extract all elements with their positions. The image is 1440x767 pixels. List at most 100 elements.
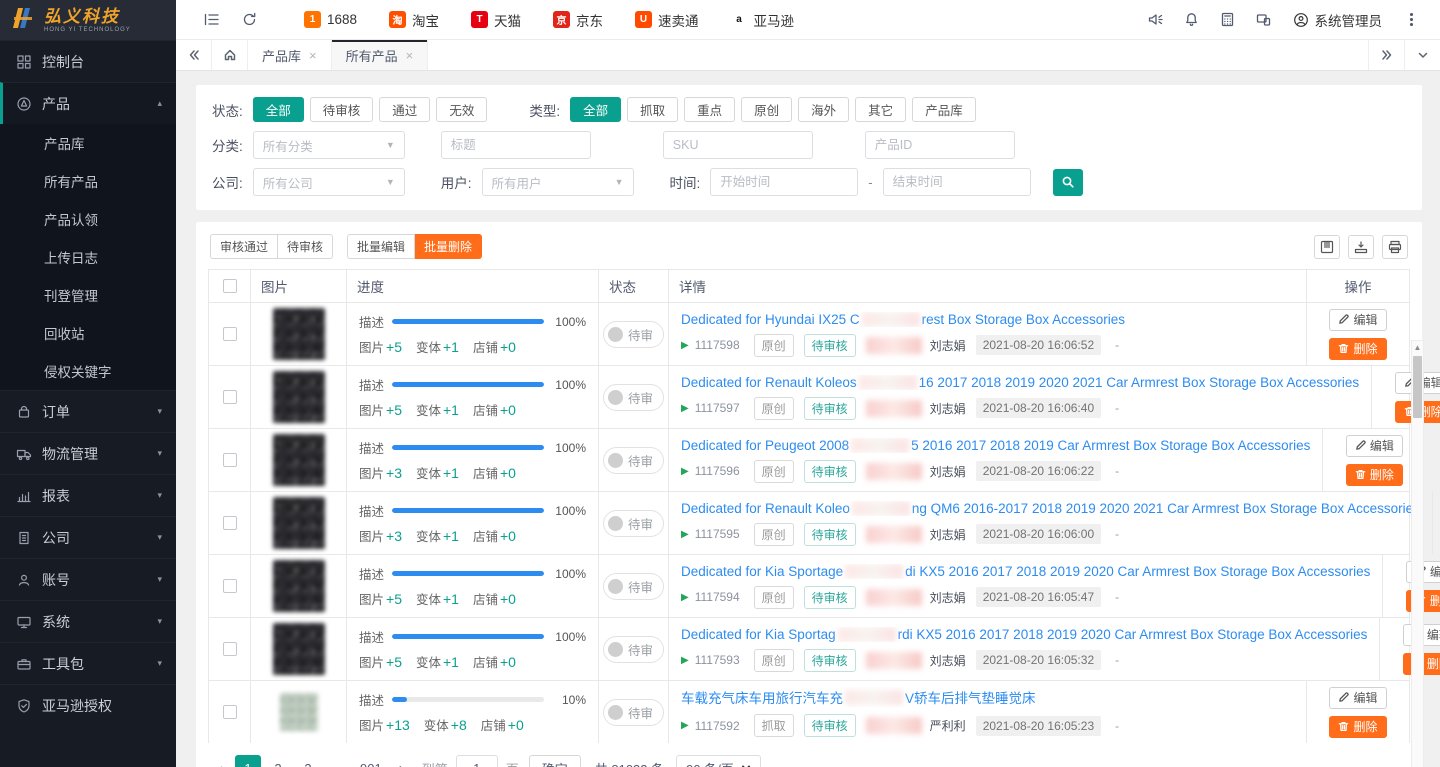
sidebar-item-account[interactable]: 账号 ▾ bbox=[0, 558, 176, 600]
home-icon[interactable] bbox=[212, 40, 248, 70]
product-image[interactable] bbox=[273, 371, 325, 423]
export-icon[interactable] bbox=[1348, 235, 1374, 259]
tab-all-products[interactable]: 所有产品 × bbox=[332, 40, 429, 70]
sku-input[interactable] bbox=[663, 131, 813, 159]
row-checkbox[interactable] bbox=[223, 390, 237, 404]
scrollbar-thumb[interactable] bbox=[1413, 356, 1422, 418]
search-button[interactable] bbox=[1053, 169, 1083, 196]
sidebar-item-toolkit[interactable]: 工具包 ▾ bbox=[0, 642, 176, 684]
jump-page-input[interactable] bbox=[456, 755, 498, 767]
tabs-scroll-left-icon[interactable] bbox=[176, 40, 212, 70]
platform-tab[interactable]: T 天猫 bbox=[455, 0, 537, 40]
play-icon[interactable]: ▶ bbox=[681, 529, 689, 540]
batch-delete-button[interactable]: 批量删除 bbox=[415, 234, 482, 259]
play-icon[interactable]: ▶ bbox=[681, 466, 689, 477]
delete-button[interactable]: 删除 bbox=[1329, 716, 1386, 738]
kebab-menu-icon[interactable] bbox=[1394, 5, 1428, 35]
play-icon[interactable]: ▶ bbox=[681, 403, 689, 414]
product-image[interactable] bbox=[273, 560, 325, 612]
sidebar-item-report[interactable]: 报表 ▾ bbox=[0, 474, 176, 516]
product-title-link[interactable]: Dedicated for Hyundai IX25 C rest Box St… bbox=[681, 312, 1125, 327]
scroll-up-icon[interactable]: ▲ bbox=[1414, 341, 1422, 355]
platform-tab[interactable]: 淘 淘宝 bbox=[373, 0, 455, 40]
row-checkbox[interactable] bbox=[223, 579, 237, 593]
refresh-icon[interactable] bbox=[232, 5, 266, 35]
row-checkbox[interactable] bbox=[223, 453, 237, 467]
product-title-link[interactable]: Dedicated for Renault Koleo ng QM6 2016-… bbox=[681, 501, 1420, 516]
page-number[interactable]: 3 bbox=[295, 755, 321, 767]
type-option[interactable]: 其它 bbox=[855, 97, 906, 122]
next-page-icon[interactable]: › bbox=[391, 760, 412, 767]
bell-icon[interactable] bbox=[1175, 5, 1209, 35]
sidebar-subitem[interactable]: 回收站 bbox=[0, 314, 176, 352]
tabs-scroll-right-icon[interactable] bbox=[1368, 40, 1404, 70]
product-image[interactable] bbox=[280, 693, 318, 731]
product-image[interactable] bbox=[273, 308, 325, 360]
category-select[interactable]: 所有分类 ▼ bbox=[253, 131, 405, 159]
sidebar-subitem[interactable]: 侵权关键字 bbox=[0, 352, 176, 390]
delete-button[interactable]: 删除 bbox=[1329, 338, 1386, 360]
end-time-input[interactable] bbox=[883, 168, 1031, 196]
collapse-menu-icon[interactable] bbox=[194, 5, 228, 35]
sidebar-subitem[interactable]: 所有产品 bbox=[0, 162, 176, 200]
devices-icon[interactable] bbox=[1247, 5, 1281, 35]
tabs-menu-icon[interactable] bbox=[1404, 40, 1440, 70]
pending-button[interactable]: 待审核 bbox=[278, 234, 333, 259]
play-icon[interactable]: ▶ bbox=[681, 340, 689, 351]
page-number[interactable]: ... bbox=[325, 755, 351, 767]
play-icon[interactable]: ▶ bbox=[681, 592, 689, 603]
status-option[interactable]: 全部 bbox=[253, 97, 304, 122]
page-number[interactable]: 2 bbox=[265, 755, 291, 767]
sidebar-item-logistics[interactable]: 物流管理 ▾ bbox=[0, 432, 176, 474]
play-icon[interactable]: ▶ bbox=[681, 655, 689, 666]
product-image[interactable] bbox=[273, 497, 325, 549]
product-title-link[interactable]: Dedicated for Kia Sportag rdi KX5 2016 2… bbox=[681, 627, 1367, 642]
close-icon[interactable]: × bbox=[406, 48, 414, 63]
sidebar-item-order[interactable]: 订单 ▾ bbox=[0, 390, 176, 432]
platform-tab[interactable]: 1 1688 bbox=[288, 0, 373, 40]
status-option[interactable]: 通过 bbox=[379, 97, 430, 122]
product-title-link[interactable]: Dedicated for Peugeot 2008 5 2016 2017 2… bbox=[681, 438, 1310, 453]
type-option[interactable]: 全部 bbox=[570, 97, 621, 122]
approve-button[interactable]: 审核通过 bbox=[210, 234, 278, 259]
type-option[interactable]: 海外 bbox=[798, 97, 849, 122]
sidebar-item-amazon-auth[interactable]: 亚马逊授权 bbox=[0, 684, 176, 726]
row-checkbox[interactable] bbox=[223, 327, 237, 341]
row-checkbox[interactable] bbox=[223, 705, 237, 719]
company-select[interactable]: 所有公司 ▼ bbox=[253, 168, 405, 196]
sidebar-subitem[interactable]: 产品认领 bbox=[0, 200, 176, 238]
status-option[interactable]: 待审核 bbox=[310, 97, 374, 122]
prev-page-icon[interactable]: ‹ bbox=[210, 760, 231, 767]
close-icon[interactable]: × bbox=[309, 48, 317, 63]
sidebar-subitem[interactable]: 产品库 bbox=[0, 124, 176, 162]
product-title-link[interactable]: Dedicated for Renault Koleos 16 2017 201… bbox=[681, 375, 1359, 390]
sidebar-item-product[interactable]: 产品 ▴ bbox=[0, 82, 176, 124]
edit-button[interactable]: 编辑 bbox=[1329, 309, 1386, 331]
calculator-icon[interactable] bbox=[1211, 5, 1245, 35]
row-checkbox[interactable] bbox=[223, 516, 237, 530]
type-option[interactable]: 原创 bbox=[741, 97, 792, 122]
sidebar-item-system[interactable]: 系统 ▾ bbox=[0, 600, 176, 642]
page-number[interactable]: 901 bbox=[355, 755, 387, 767]
edit-button[interactable]: 编辑 bbox=[1346, 435, 1403, 457]
platform-tab[interactable]: U 速卖通 bbox=[619, 0, 715, 40]
batch-edit-button[interactable]: 批量编辑 bbox=[347, 234, 415, 259]
sidebar-item-company[interactable]: 公司 ▾ bbox=[0, 516, 176, 558]
status-option[interactable]: 无效 bbox=[436, 97, 487, 122]
scroll-down-icon[interactable]: ▼ bbox=[1414, 763, 1422, 767]
start-time-input[interactable] bbox=[710, 168, 858, 196]
type-option[interactable]: 重点 bbox=[684, 97, 735, 122]
platform-tab[interactable]: 京 京东 bbox=[537, 0, 619, 40]
edit-button[interactable]: 编辑 bbox=[1329, 687, 1386, 709]
product-title-link[interactable]: Dedicated for Kia Sportage di KX5 2016 2… bbox=[681, 564, 1370, 579]
user-select[interactable]: 所有用户 ▼ bbox=[482, 168, 634, 196]
user-menu[interactable]: 系统管理员 bbox=[1283, 10, 1393, 30]
type-option[interactable]: 产品库 bbox=[912, 97, 976, 122]
table-scrollbar[interactable]: ▲ ▼ bbox=[1411, 340, 1424, 767]
sidebar-item-console[interactable]: 控制台 bbox=[0, 40, 176, 82]
logo[interactable]: 弘义科技 HONG YI TECHNOLOGY bbox=[0, 0, 176, 40]
tab-product-library[interactable]: 产品库 × bbox=[248, 40, 332, 70]
title-input[interactable] bbox=[441, 131, 591, 159]
product-title-link[interactable]: 车载充气床车用旅行汽车充 V轿车后排气垫睡觉床 bbox=[681, 687, 1036, 707]
product-id-input[interactable] bbox=[865, 131, 1015, 159]
